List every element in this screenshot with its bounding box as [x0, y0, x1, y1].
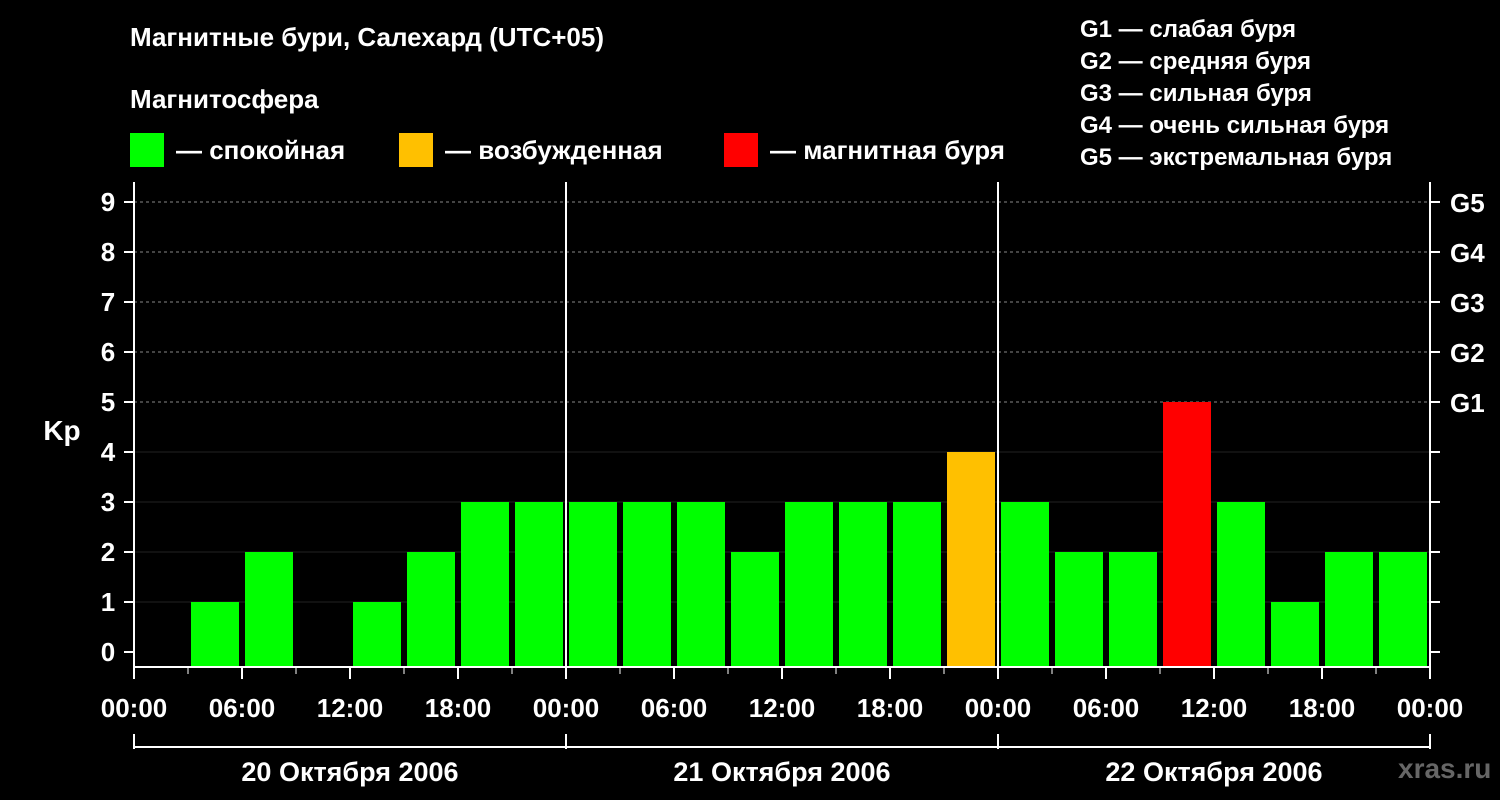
x-tick-label-1: 06:00: [209, 693, 276, 723]
y-axis-label: Kp: [43, 415, 80, 446]
x-tick-label-5: 06:00: [641, 693, 708, 723]
y-tick-label-1: 1: [101, 587, 115, 617]
watermark: xras.ru: [1398, 753, 1492, 784]
day-label-2: 22 Октября 2006: [1105, 757, 1322, 787]
kp-bar-5: [407, 552, 455, 667]
x-tick-label-0: 00:00: [101, 693, 168, 723]
y-tick-label-9: 9: [101, 187, 115, 217]
y-tick-label-8: 8: [101, 237, 115, 267]
right-tick-label-g1: G1: [1450, 388, 1485, 418]
kp-bar-22: [1325, 552, 1373, 667]
kp-bar-23: [1379, 552, 1427, 667]
kp-bar-18: [1109, 552, 1157, 667]
x-tick-label-4: 00:00: [533, 693, 600, 723]
y-tick-label-0: 0: [101, 637, 115, 667]
y-tick-label-6: 6: [101, 337, 115, 367]
kp-bar-12: [785, 502, 833, 667]
x-tick-label-6: 12:00: [749, 693, 816, 723]
kp-bar-21: [1271, 602, 1319, 667]
kp-bar-7: [515, 502, 563, 667]
right-tick-label-g3: G3: [1450, 288, 1485, 318]
x-tick-label-3: 18:00: [425, 693, 492, 723]
right-tick-label-g5: G5: [1450, 188, 1485, 218]
x-tick-label-9: 06:00: [1073, 693, 1140, 723]
right-tick-label-g2: G2: [1450, 338, 1485, 368]
x-tick-label-11: 18:00: [1289, 693, 1356, 723]
y-tick-label-7: 7: [101, 287, 115, 317]
day-label-1: 21 Октября 2006: [673, 757, 890, 787]
kp-bar-13: [839, 502, 887, 667]
x-tick-label-7: 18:00: [857, 693, 924, 723]
y-tick-label-4: 4: [101, 437, 116, 467]
kp-bar-20: [1217, 502, 1265, 667]
x-tick-label-2: 12:00: [317, 693, 384, 723]
kp-chart: 0 1 2 3 4 5 6 7 8 9 G1 G2 G3 G4 G5 Kp 00:00 06:00 12:00 18:…: [43, 182, 1485, 787]
kp-bar-11: [731, 552, 779, 667]
x-tick-label-12: 00:00: [1397, 693, 1464, 723]
x-tick-label-10: 12:00: [1181, 693, 1248, 723]
kp-bar-2: [245, 552, 293, 667]
kp-bar-10: [677, 502, 725, 667]
y-tick-label-2: 2: [101, 537, 115, 567]
kp-bar-15: [947, 452, 995, 667]
y-tick-label-5: 5: [101, 387, 115, 417]
day-label-0: 20 Октября 2006: [241, 757, 458, 787]
kp-bar-17: [1055, 552, 1103, 667]
y-tick-label-3: 3: [101, 487, 115, 517]
kp-bar-9: [623, 502, 671, 667]
kp-bar-16: [1001, 502, 1049, 667]
right-tick-label-g4: G4: [1450, 238, 1485, 268]
kp-bar-8: [569, 502, 617, 667]
kp-bar-19: [1163, 402, 1211, 667]
x-tick-label-8: 00:00: [965, 693, 1032, 723]
kp-bar-14: [893, 502, 941, 667]
kp-bar-1: [191, 602, 239, 667]
kp-bar-4: [353, 602, 401, 667]
kp-bar-6: [461, 502, 509, 667]
